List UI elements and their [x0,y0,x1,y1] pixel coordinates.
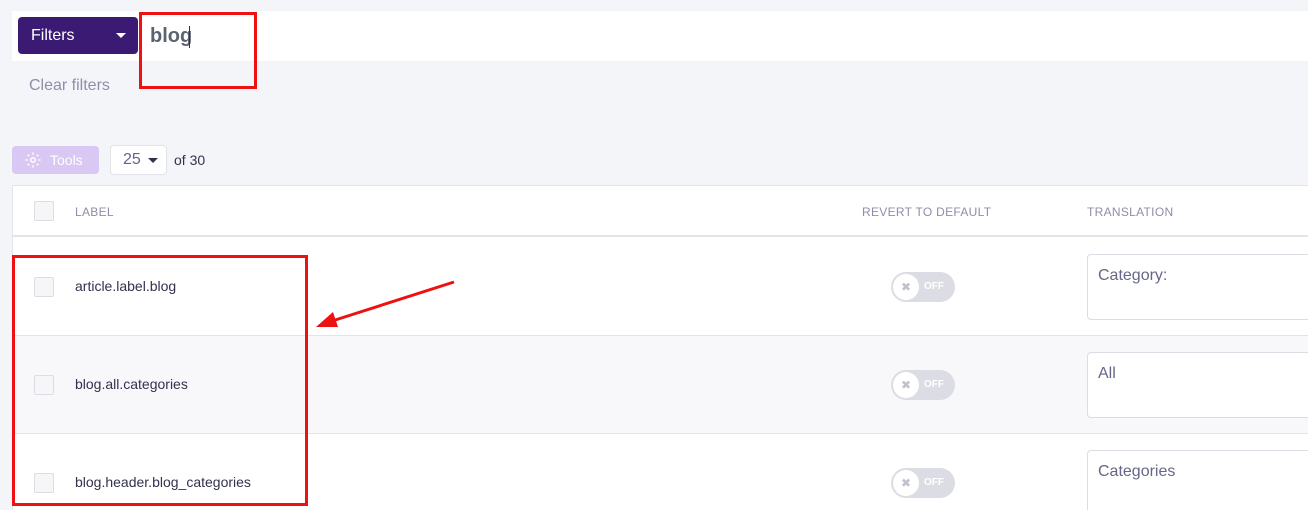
annotation-arrow [316,280,455,327]
